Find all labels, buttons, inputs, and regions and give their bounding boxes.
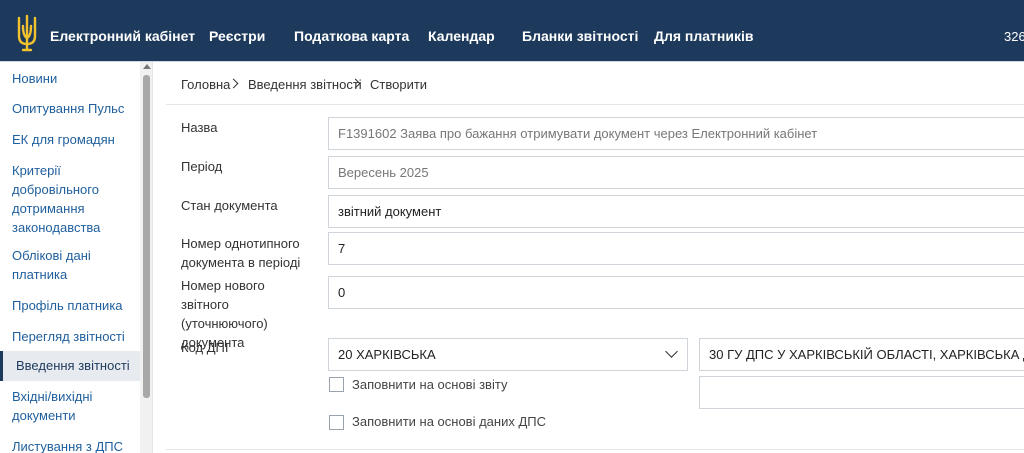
trident-logo-icon[interactable]: [14, 14, 40, 52]
top-navigation-bar: Електронний кабінет Реєстри Податкова ка…: [0, 0, 1024, 61]
sidebar-item-payer-registration[interactable]: Облікові дані платника: [12, 246, 122, 284]
sidebar-item-payer-profile[interactable]: Профіль платника: [12, 296, 138, 315]
document-state-field[interactable]: звітний документ: [328, 195, 1024, 228]
sidebar-item-enter-reports[interactable]: Введення звітності: [0, 351, 140, 381]
sidebar: Новини Опитування Пульс ЕК для громадян …: [0, 62, 153, 453]
name-field[interactable]: F1391602 Заява про бажання отримувати до…: [328, 117, 1024, 150]
sidebar-item-correspondence[interactable]: Листування з ДПС: [12, 437, 138, 453]
period-label: Період: [181, 159, 223, 174]
sidebar-item-view-reports[interactable]: Перегляд звітності: [12, 327, 138, 346]
sidebar-item-compliance-criteria[interactable]: Критерії добровільного дотримання законо…: [12, 161, 122, 237]
header-divider: [0, 61, 1024, 62]
dpi-extra-field[interactable]: [699, 376, 1024, 409]
fill-from-dps-label[interactable]: Заповнити на основі даних ДПС: [352, 414, 546, 429]
dpi-region-select[interactable]: 20 ХАРКІВСЬКА: [328, 338, 688, 371]
same-type-number-field[interactable]: 7: [328, 232, 1024, 265]
sidebar-scrollbar[interactable]: [140, 62, 152, 453]
breadcrumb-home[interactable]: Головна: [181, 77, 230, 92]
dpi-office-field[interactable]: 30 ГУ ДПС У ХАРКІВСЬКІЙ ОБЛАСТІ, ХАРКІВС…: [699, 338, 1024, 371]
fill-from-report-checkbox[interactable]: [329, 377, 344, 392]
sidebar-item-label: Введення звітності: [16, 358, 130, 373]
nav-for-payers[interactable]: Для платників: [654, 28, 753, 44]
sidebar-item-news[interactable]: Новини: [12, 69, 138, 88]
content-divider: [166, 104, 1024, 105]
breadcrumb-current: Створити: [370, 77, 428, 92]
scroll-up-arrow-icon[interactable]: [143, 64, 151, 69]
breadcrumb-enter-reports[interactable]: Введення звітності: [248, 77, 362, 92]
sidebar-item-ek-citizens[interactable]: ЕК для громадян: [12, 130, 138, 149]
sidebar-item-pulse-survey[interactable]: Опитування Пульс: [12, 99, 138, 118]
nav-registries[interactable]: Реєстри: [209, 28, 265, 44]
nav-report-forms[interactable]: Бланки звітності: [522, 28, 638, 44]
fill-from-dps-checkbox[interactable]: [329, 415, 344, 430]
user-number[interactable]: 326: [1004, 29, 1024, 44]
document-state-label: Стан документа: [181, 198, 278, 213]
brand-title[interactable]: Електронний кабінет: [50, 28, 195, 44]
same-type-number-label: Номер однотипного документа в періоді: [181, 236, 301, 270]
nav-calendar[interactable]: Календар: [428, 28, 495, 44]
scrollbar-thumb[interactable]: [143, 75, 150, 398]
new-report-number-field[interactable]: 0: [328, 276, 1024, 309]
nav-tax-map[interactable]: Податкова карта: [294, 28, 409, 44]
fill-from-report-label[interactable]: Заповнити на основі звіту: [352, 377, 507, 392]
period-field[interactable]: Вересень 2025: [328, 156, 1024, 189]
name-label: Назва: [181, 120, 218, 135]
dpi-code-label: Код ДПІ: [181, 340, 229, 355]
form-divider: [166, 449, 1024, 450]
sidebar-item-documents[interactable]: Вхідні/вихідні документи: [12, 387, 122, 425]
